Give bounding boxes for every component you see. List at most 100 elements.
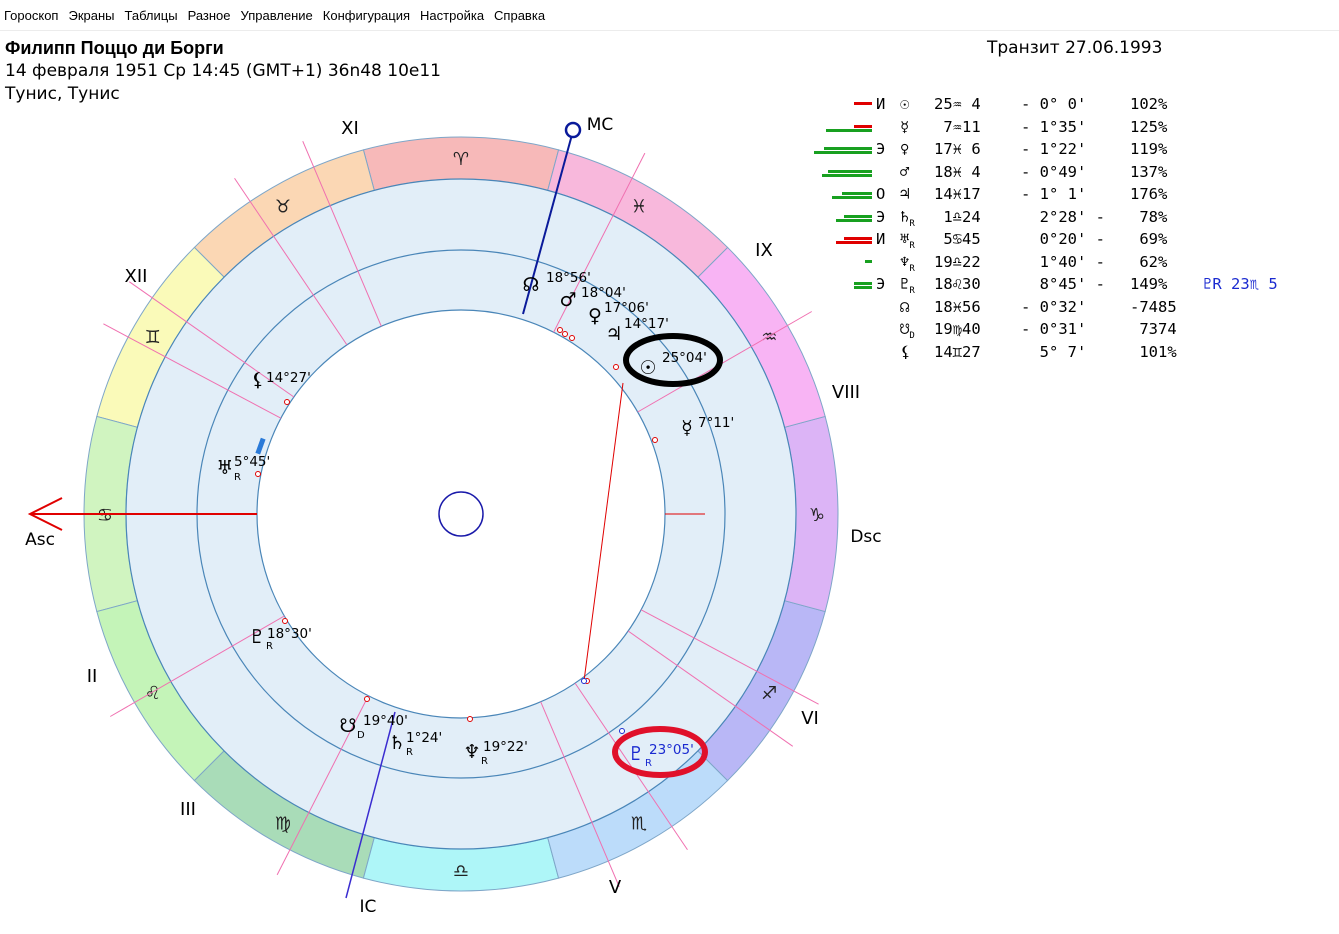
aspect-position: 18♌30 bbox=[934, 275, 981, 293]
planet-tick bbox=[619, 728, 625, 734]
planet-degree: 1°24' bbox=[406, 730, 442, 746]
aspect-orb: - 1°22' bbox=[1021, 140, 1087, 158]
aspect-orb: - 0°31' bbox=[1021, 320, 1087, 338]
planet-retro-flag: R bbox=[406, 747, 413, 758]
aspect-percent: 119% bbox=[1130, 140, 1168, 158]
aspect-position: 18♓56 bbox=[934, 297, 981, 316]
aspect-flag: Э bbox=[876, 140, 886, 158]
aspect-strength-bar bbox=[828, 169, 872, 173]
aspect-row: ☊ 18♓56 - 0°32' -7485 bbox=[810, 298, 1330, 321]
center-circle bbox=[438, 491, 484, 537]
zodiac-sign-glyph: ♑ bbox=[809, 505, 825, 526]
zodiac-sign-glyph: ♉ bbox=[275, 197, 291, 218]
planet-tick bbox=[652, 437, 658, 443]
aspect-row: ⚸ 14♊27 5° 7' 101% bbox=[810, 343, 1330, 366]
planet-glyph: ♇ bbox=[627, 743, 644, 765]
aspect-percent: 137% bbox=[1130, 162, 1168, 181]
house-label-VIII: VIII bbox=[832, 382, 860, 403]
aspect-row: И ♅R 5♋45 0°20' - 69% bbox=[810, 230, 1330, 253]
aspect-flag: О bbox=[876, 185, 886, 203]
planet-glyph: ⚸ bbox=[251, 369, 265, 391]
aspect-row: ☿ 7♒11 - 1°35' 125% bbox=[810, 118, 1330, 141]
aspect-orb: - 0° 0' bbox=[1021, 95, 1087, 113]
aspect-strength-bar bbox=[836, 218, 872, 222]
angle-label-mc: MC bbox=[587, 115, 614, 135]
aspect-orb: - 0°32' bbox=[1021, 297, 1087, 316]
aspect-strength-bar bbox=[824, 147, 872, 150]
aspect-percent: 101% bbox=[1130, 342, 1177, 361]
zodiac-sign-glyph: ♍ bbox=[275, 813, 291, 834]
aspect-orb: 0°20' - bbox=[1021, 230, 1105, 248]
planet-glyph: ☋ bbox=[340, 715, 357, 737]
aspect-planet-glyph: ☿ bbox=[900, 117, 910, 136]
aspect-strength-bar bbox=[854, 282, 872, 285]
planet-degree: 14°17' bbox=[624, 316, 669, 332]
aspect-orb: 2°28' - bbox=[1021, 207, 1105, 226]
planet-tick bbox=[467, 716, 473, 722]
aspect-orb: 5° 7' bbox=[1021, 342, 1087, 361]
aspect-percent: 125% bbox=[1130, 117, 1168, 136]
planet-tick bbox=[255, 471, 261, 477]
aspect-row: Э ♄R 1♎24 2°28' - 78% bbox=[810, 208, 1330, 231]
house-label-XI: XI bbox=[341, 118, 359, 139]
aspect-flag: И bbox=[876, 230, 886, 248]
aspect-orb: - 1° 1' bbox=[1021, 185, 1087, 203]
planet-degree: 17°06' bbox=[604, 300, 649, 316]
aspect-row: ♂ 18♓ 4 - 0°49' 137% bbox=[810, 163, 1330, 186]
zodiac-sign-glyph: ♒ bbox=[761, 327, 777, 348]
aspect-planet-glyph: ♄R bbox=[900, 207, 915, 229]
aspect-percent: 69% bbox=[1130, 230, 1168, 248]
aspect-flag: И bbox=[876, 95, 886, 113]
aspect-strength-bar bbox=[842, 192, 872, 195]
planet-degree: 23°05' bbox=[649, 742, 694, 758]
aspect-row: И ☉ 25♒ 4 - 0° 0' 102% bbox=[810, 95, 1330, 118]
planet-degree: 14°27' bbox=[266, 370, 311, 386]
planet-tick bbox=[282, 618, 288, 624]
zodiac-sign-glyph: ♋ bbox=[97, 505, 113, 526]
aspect-row: ☋D 19♍40 - 0°31' 7374 bbox=[810, 320, 1330, 343]
aspect-percent: 62% bbox=[1130, 252, 1168, 271]
aspect-position: 1♎24 bbox=[934, 207, 981, 226]
planet-glyph: ♆ bbox=[463, 741, 480, 763]
planet-degree: 19°40' bbox=[363, 713, 408, 729]
zodiac-sign-glyph: ♐ bbox=[761, 683, 777, 704]
aspect-planet-glyph: ☋D bbox=[900, 320, 915, 342]
planet-degree: 18°30' bbox=[267, 626, 312, 642]
aspect-position: 19♍40 bbox=[934, 320, 981, 338]
aspect-strength-bar bbox=[854, 286, 872, 289]
planet-degree: 18°56' bbox=[546, 270, 591, 286]
aspect-percent: 149% bbox=[1130, 275, 1168, 293]
aspect-strength-bar bbox=[822, 173, 872, 177]
zodiac-sign-glyph: ♓ bbox=[631, 197, 647, 218]
planet-retro-flag: R bbox=[234, 472, 241, 483]
planet-tick bbox=[562, 331, 568, 337]
aspect-orb: - 1°35' bbox=[1021, 117, 1087, 136]
aspect-planet-glyph: ☉ bbox=[900, 95, 910, 113]
mc-marker bbox=[564, 121, 582, 139]
house-label-V: V bbox=[609, 877, 622, 898]
planet-retro-flag: D bbox=[357, 730, 365, 741]
zodiac-sign-glyph: ♎ bbox=[453, 861, 469, 882]
house-label-IX: IX bbox=[755, 240, 773, 261]
aspect-strength-bar bbox=[854, 102, 872, 105]
aspect-strength-bar bbox=[844, 237, 872, 240]
planet-tick bbox=[284, 399, 290, 405]
aspect-percent: 102% bbox=[1130, 95, 1168, 113]
zodiac-sign-glyph: ♌ bbox=[145, 683, 161, 704]
aspect-planet-glyph: ⚸ bbox=[900, 342, 912, 361]
aspect-strength-bar bbox=[844, 214, 872, 218]
aspect-flag: Э bbox=[876, 275, 886, 293]
angle-label-dsc: Dsc bbox=[850, 527, 881, 547]
house-label-III: III bbox=[180, 799, 196, 820]
planet-degree: 18°04' bbox=[581, 285, 626, 301]
planet-glyph: ♃ bbox=[605, 323, 622, 345]
aspect-planet-glyph: ♀ bbox=[900, 140, 910, 158]
aspect-row: Э ♇R 18♌30 8°45' - 149% ♇R 23♏ 5 bbox=[810, 275, 1330, 298]
aspect-position: 25♒ 4 bbox=[934, 95, 981, 113]
zodiac-sign-glyph: ♊ bbox=[145, 327, 161, 348]
planet-glyph: ☊ bbox=[523, 274, 540, 296]
aspect-position: 5♋45 bbox=[934, 230, 981, 248]
aspect-planet-glyph: ♆R bbox=[900, 252, 915, 274]
aspect-table: И ☉ 25♒ 4 - 0° 0' 102% ☿ 7♒11 - 1°35' 125% Э ♀ 17♓… bbox=[810, 95, 1330, 365]
planet-retro-flag: R bbox=[266, 641, 273, 652]
